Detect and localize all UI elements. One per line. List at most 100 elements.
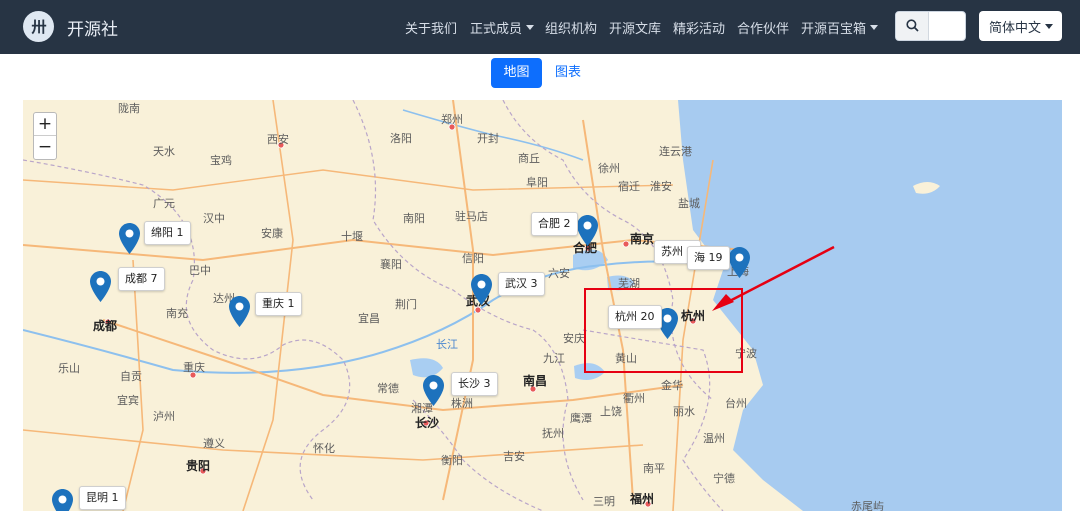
site-logo[interactable]: 卅 bbox=[23, 11, 54, 42]
place-label: 重庆 bbox=[183, 361, 205, 374]
language-label: 简体中文 bbox=[989, 21, 1042, 36]
place-label: 连云港 bbox=[659, 145, 692, 158]
zoom-out-button[interactable]: − bbox=[34, 136, 56, 159]
nav-item-organization[interactable]: 组织机构 bbox=[545, 18, 598, 37]
top-navbar: 卅 开源社 关于我们 正式成员 组织机构 开源文库 精彩活动 合作伙伴 开源百宝… bbox=[0, 0, 1080, 54]
nav-item-about[interactable]: 关于我们 bbox=[405, 18, 457, 37]
map-marker-icon[interactable] bbox=[229, 296, 250, 327]
place-label: 汉中 bbox=[203, 212, 225, 225]
nav-label: 开源百宝箱 bbox=[801, 22, 867, 37]
place-label: 巴中 bbox=[189, 264, 211, 277]
place-label: 吉安 bbox=[503, 450, 525, 463]
chevron-down-icon bbox=[870, 25, 879, 30]
place-label: 温州 bbox=[703, 432, 725, 445]
place-label: 三明 bbox=[593, 495, 615, 508]
map-zoom-control: + − bbox=[33, 112, 57, 160]
place-label: 天水 bbox=[153, 145, 175, 158]
place-label: 怀化 bbox=[313, 442, 335, 455]
marker-tooltip: 重庆 1 bbox=[255, 292, 302, 316]
nav-label: 精彩活动 bbox=[673, 22, 726, 37]
place-label: 南阳 bbox=[403, 212, 425, 225]
place-label: 南京 bbox=[630, 232, 655, 246]
marker-tooltip: 长沙 3 bbox=[451, 372, 498, 396]
place-label: 盐城 bbox=[678, 197, 700, 210]
nav-item-library[interactable]: 开源文库 bbox=[609, 18, 662, 37]
place-label: 金华 bbox=[661, 379, 683, 392]
place-label: 六安 bbox=[548, 267, 570, 280]
nav-item-members[interactable]: 正式成员 bbox=[470, 18, 535, 37]
place-label: 长江 bbox=[436, 338, 458, 351]
place-label: 九江 bbox=[543, 352, 565, 365]
place-label: 南平 bbox=[643, 462, 665, 475]
place-label: 宿迁 bbox=[618, 180, 640, 193]
place-label: 株洲 bbox=[451, 397, 473, 410]
place-label: 赤尾屿 bbox=[851, 500, 884, 511]
nav-item-partners[interactable]: 合作伙伴 bbox=[737, 18, 790, 37]
map-marker-icon[interactable] bbox=[52, 489, 73, 511]
place-label: 洛阳 bbox=[390, 132, 412, 145]
place-label: 贵阳 bbox=[186, 459, 211, 473]
nav-item-events[interactable]: 精彩活动 bbox=[673, 18, 726, 37]
place-label: 宁德 bbox=[713, 472, 735, 485]
place-label: 泸州 bbox=[153, 410, 175, 423]
nav-label: 合作伙伴 bbox=[737, 22, 790, 37]
place-label: 遵义 bbox=[203, 437, 225, 450]
place-label: 商丘 bbox=[518, 152, 540, 165]
place-label: 驻马店 bbox=[455, 210, 488, 223]
nav-label: 正式成员 bbox=[470, 22, 523, 37]
place-label: 丽水 bbox=[673, 405, 695, 418]
marker-tooltip: 绵阳 1 bbox=[144, 221, 191, 245]
zoom-in-button[interactable]: + bbox=[34, 113, 56, 136]
place-label: 上饶 bbox=[600, 405, 622, 418]
place-label: 常德 bbox=[377, 382, 399, 395]
place-label: 衡阳 bbox=[441, 454, 463, 467]
annotation-arrow-icon bbox=[712, 245, 835, 311]
map-marker-icon[interactable] bbox=[119, 223, 140, 254]
place-label: 自贡 bbox=[120, 370, 142, 383]
chevron-down-icon bbox=[1045, 24, 1054, 29]
place-label: 台州 bbox=[725, 397, 747, 410]
place-label: 乐山 bbox=[58, 362, 80, 375]
place-label: 长沙 bbox=[415, 416, 440, 430]
marker-tooltip: 成都 7 bbox=[118, 267, 165, 291]
place-label: 安庆 bbox=[563, 332, 585, 345]
place-label: 宜宾 bbox=[117, 394, 139, 407]
place-label: 宝鸡 bbox=[210, 154, 232, 167]
search-icon bbox=[906, 19, 919, 32]
map-marker-icon[interactable] bbox=[423, 375, 444, 406]
place-label: 成都 bbox=[93, 319, 118, 333]
tab-chart[interactable]: 图表 bbox=[555, 58, 585, 88]
place-label: 南昌 bbox=[523, 374, 548, 388]
place-label: 开封 bbox=[477, 132, 499, 145]
search-button[interactable] bbox=[896, 12, 929, 40]
brand-name[interactable]: 开源社 bbox=[67, 15, 118, 40]
place-label: 淮安 bbox=[650, 180, 672, 193]
nav-label: 组织机构 bbox=[545, 22, 598, 37]
nav-label: 开源文库 bbox=[609, 22, 662, 37]
place-label: 广元 bbox=[153, 197, 175, 210]
map-marker-icon[interactable] bbox=[90, 271, 111, 302]
place-label: 阜阳 bbox=[526, 176, 548, 189]
marker-tooltip: 昆明 1 bbox=[79, 486, 126, 510]
place-label: 襄阳 bbox=[380, 258, 402, 271]
chevron-down-icon bbox=[526, 25, 535, 30]
place-label: 徐州 bbox=[598, 162, 620, 175]
map-marker-icon[interactable] bbox=[471, 274, 492, 305]
marker-tooltip: 武汉 3 bbox=[498, 272, 545, 296]
search-input[interactable] bbox=[930, 14, 963, 38]
place-label: 宜昌 bbox=[358, 312, 380, 325]
place-label: 衢州 bbox=[623, 392, 645, 405]
place-label: 信阳 bbox=[462, 252, 484, 265]
place-label: 抚州 bbox=[542, 427, 564, 440]
logo-mark: 卅 bbox=[31, 18, 46, 36]
place-label: 荆门 bbox=[395, 298, 417, 311]
map-marker-icon[interactable] bbox=[577, 215, 598, 246]
map-canvas[interactable]: 西安 郑州 成都 重庆 武汉 合肥 南京 杭州 南昌 长沙 贵阳 福州 上海 长… bbox=[23, 100, 1062, 511]
place-label: 安康 bbox=[261, 227, 283, 240]
marker-tooltip: 合肥 2 bbox=[531, 212, 578, 236]
place-label: 陇南 bbox=[118, 102, 140, 115]
place-label: 鹰潭 bbox=[570, 412, 592, 425]
nav-item-toolbox[interactable]: 开源百宝箱 bbox=[801, 18, 879, 37]
language-dropdown[interactable]: 简体中文 bbox=[979, 11, 1062, 41]
tab-map[interactable]: 地图 bbox=[491, 58, 542, 88]
